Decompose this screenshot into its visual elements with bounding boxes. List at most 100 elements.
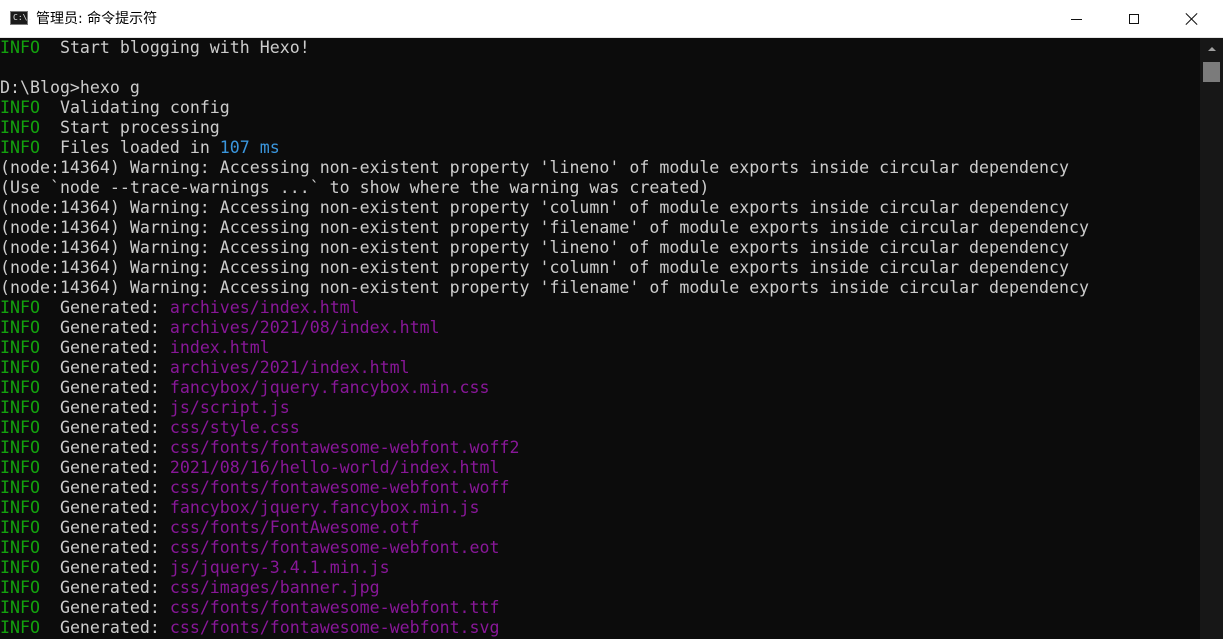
generated-label: Generated: [39, 598, 170, 617]
console-text: Start processing [39, 118, 220, 137]
console-line: INFO Generated: archives/2021/index.html [0, 358, 1200, 378]
console-line: INFO Generated: archives/index.html [0, 298, 1200, 318]
minimize-icon [1070, 18, 1082, 20]
generated-label: Generated: [39, 478, 170, 497]
console-text: Validating config [39, 98, 230, 117]
console-output[interactable]: INFO Start blogging with Hexo! D:\Blog>he… [0, 38, 1200, 639]
generated-label: Generated: [39, 318, 170, 337]
maximize-icon [1129, 14, 1139, 24]
console-line: (node:14364) Warning: Accessing non-exis… [0, 258, 1200, 278]
close-button[interactable] [1163, 0, 1221, 38]
cmd-app-icon[interactable]: C:\. [10, 11, 32, 25]
info-tag: INFO [0, 318, 40, 337]
info-tag: INFO [0, 38, 40, 57]
console-line: INFO Generated: css/images/banner.jpg [0, 578, 1200, 598]
console-line: INFO Files loaded in 107 ms [0, 138, 1200, 158]
console-text: Files loaded in [39, 138, 220, 157]
generated-path: archives/2021/08/index.html [169, 318, 440, 337]
console-line: D:\Blog>hexo g [0, 78, 1200, 98]
info-tag: INFO [0, 478, 40, 497]
generated-label: Generated: [39, 358, 170, 377]
generated-label: Generated: [39, 578, 170, 597]
console-line: INFO Generated: fancybox/jquery.fancybox… [0, 498, 1200, 518]
info-tag: INFO [0, 498, 40, 517]
info-tag: INFO [0, 578, 40, 597]
generated-label: Generated: [39, 618, 170, 637]
generated-label: Generated: [39, 458, 170, 477]
console-text: (node:14364) Warning: Accessing non-exis… [0, 238, 1069, 257]
vertical-scrollbar[interactable] [1200, 38, 1223, 639]
generated-path: fancybox/jquery.fancybox.min.css [169, 378, 490, 397]
info-tag: INFO [0, 418, 40, 437]
console-text: (node:14364) Warning: Accessing non-exis… [0, 278, 1089, 297]
generated-path: 2021/08/16/hello-world/index.html [169, 458, 500, 477]
console-line: INFO Generated: css/style.css [0, 418, 1200, 438]
info-tag: INFO [0, 518, 40, 537]
generated-label: Generated: [39, 558, 170, 577]
console-line: (Use `node --trace-warnings ...` to show… [0, 178, 1200, 198]
console-line: (node:14364) Warning: Accessing non-exis… [0, 218, 1200, 238]
generated-path: css/fonts/fontawesome-webfont.eot [169, 538, 500, 557]
generated-path: css/style.css [169, 418, 300, 437]
generated-label: Generated: [39, 438, 170, 457]
generated-path: js/jquery-3.4.1.min.js [169, 558, 390, 577]
load-time-value: 107 ms [219, 138, 280, 157]
console-line: INFO Generated: index.html [0, 338, 1200, 358]
console-line: (node:14364) Warning: Accessing non-exis… [0, 158, 1200, 178]
generated-path: archives/index.html [169, 298, 360, 317]
info-tag: INFO [0, 138, 40, 157]
info-tag: INFO [0, 338, 40, 357]
console-text: (node:14364) Warning: Accessing non-exis… [0, 258, 1069, 277]
console-line: INFO Generated: css/fonts/fontawesome-we… [0, 598, 1200, 618]
generated-path: index.html [169, 338, 270, 357]
console-line: INFO Generated: js/jquery-3.4.1.min.js [0, 558, 1200, 578]
maximize-button[interactable] [1105, 0, 1163, 38]
console-line: (node:14364) Warning: Accessing non-exis… [0, 278, 1200, 298]
console-line: INFO Generated: css/fonts/fontawesome-we… [0, 538, 1200, 558]
console-line: INFO Validating config [0, 98, 1200, 118]
console-line: INFO Generated: archives/2021/08/index.h… [0, 318, 1200, 338]
generated-label: Generated: [39, 518, 170, 537]
console-line: (node:14364) Warning: Accessing non-exis… [0, 198, 1200, 218]
generated-path: css/fonts/fontawesome-webfont.svg [169, 618, 500, 637]
info-tag: INFO [0, 378, 40, 397]
generated-label: Generated: [39, 418, 170, 437]
generated-path: css/fonts/fontawesome-webfont.woff [169, 478, 510, 497]
title-bar[interactable]: C:\. 管理员: 命令提示符 [0, 0, 1223, 38]
console-line: INFO Generated: js/script.js [0, 398, 1200, 418]
cmd-window: C:\. 管理员: 命令提示符 INFO Start blogging with… [0, 0, 1223, 639]
info-tag: INFO [0, 438, 40, 457]
console-text: (node:14364) Warning: Accessing non-exis… [0, 218, 1089, 237]
console-text: D:\Blog>hexo g [0, 78, 140, 97]
console-text: (node:14364) Warning: Accessing non-exis… [0, 198, 1069, 217]
info-tag: INFO [0, 118, 40, 137]
generated-label: Generated: [39, 398, 170, 417]
minimize-button[interactable] [1047, 0, 1105, 38]
console-text: (Use `node --trace-warnings ...` to show… [0, 178, 710, 197]
scroll-thumb[interactable] [1203, 62, 1220, 82]
generated-path: archives/2021/index.html [169, 358, 410, 377]
scroll-up-arrow-icon [1207, 47, 1216, 51]
info-tag: INFO [0, 558, 40, 577]
generated-label: Generated: [39, 498, 170, 517]
info-tag: INFO [0, 98, 40, 117]
generated-label: Generated: [39, 338, 170, 357]
generated-path: fancybox/jquery.fancybox.min.js [169, 498, 480, 517]
console-line: INFO Generated: css/fonts/fontawesome-we… [0, 618, 1200, 638]
console-text: Start blogging with Hexo! [39, 38, 310, 57]
generated-path: js/script.js [169, 398, 290, 417]
info-tag: INFO [0, 538, 40, 557]
scroll-up-button[interactable] [1200, 38, 1223, 60]
console-line: INFO Generated: css/fonts/fontawesome-we… [0, 478, 1200, 498]
info-tag: INFO [0, 298, 40, 317]
console-line: INFO Start blogging with Hexo! [0, 38, 1200, 58]
generated-path: css/fonts/fontawesome-webfont.ttf [169, 598, 500, 617]
generated-path: css/fonts/FontAwesome.otf [169, 518, 420, 537]
generated-label: Generated: [39, 378, 170, 397]
console-line: INFO Generated: css/fonts/fontawesome-we… [0, 438, 1200, 458]
info-tag: INFO [0, 598, 40, 617]
console-line: INFO Generated: 2021/08/16/hello-world/i… [0, 458, 1200, 478]
console-line: INFO Generated: fancybox/jquery.fancybox… [0, 378, 1200, 398]
generated-label: Generated: [39, 298, 170, 317]
